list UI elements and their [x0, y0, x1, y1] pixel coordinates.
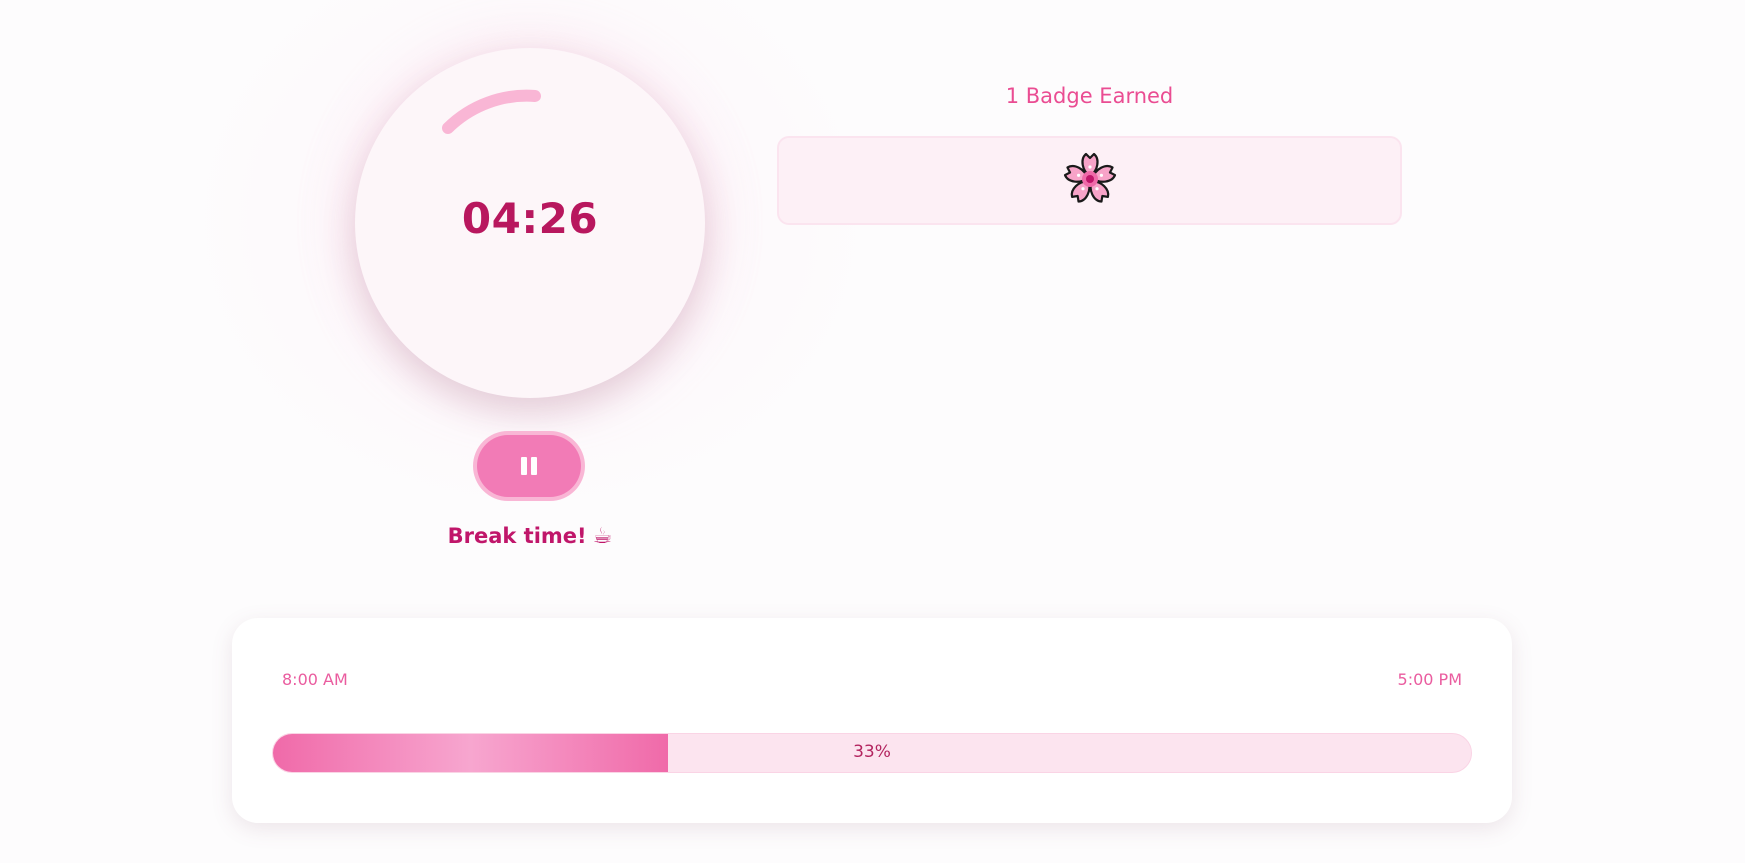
cherry-blossom-icon	[1062, 150, 1118, 206]
status-line: Break time! ☕	[380, 524, 680, 549]
badges-title: 1 Badge Earned	[1005, 84, 1174, 108]
pause-button[interactable]	[477, 435, 581, 497]
start-time-label: 8:00 AM	[282, 670, 348, 689]
workday-timeline: 8:00 AM 5:00 PM 33%	[232, 618, 1512, 823]
coffee-icon: ☕	[592, 524, 613, 549]
end-time-label: 5:00 PM	[1397, 670, 1462, 689]
workday-progress-bar: 33%	[272, 733, 1472, 773]
pause-icon-bar-right	[531, 457, 537, 475]
timer-dial: 04:26	[355, 48, 705, 398]
timer-display: 04:26	[461, 194, 599, 243]
pause-icon-bar-left	[521, 457, 527, 475]
pause-icon	[521, 457, 537, 475]
timer-progress-arc	[442, 89, 541, 134]
badges-panel	[777, 136, 1402, 225]
progress-percentage: 33%	[853, 742, 891, 762]
status-message: Break time!	[447, 524, 587, 548]
